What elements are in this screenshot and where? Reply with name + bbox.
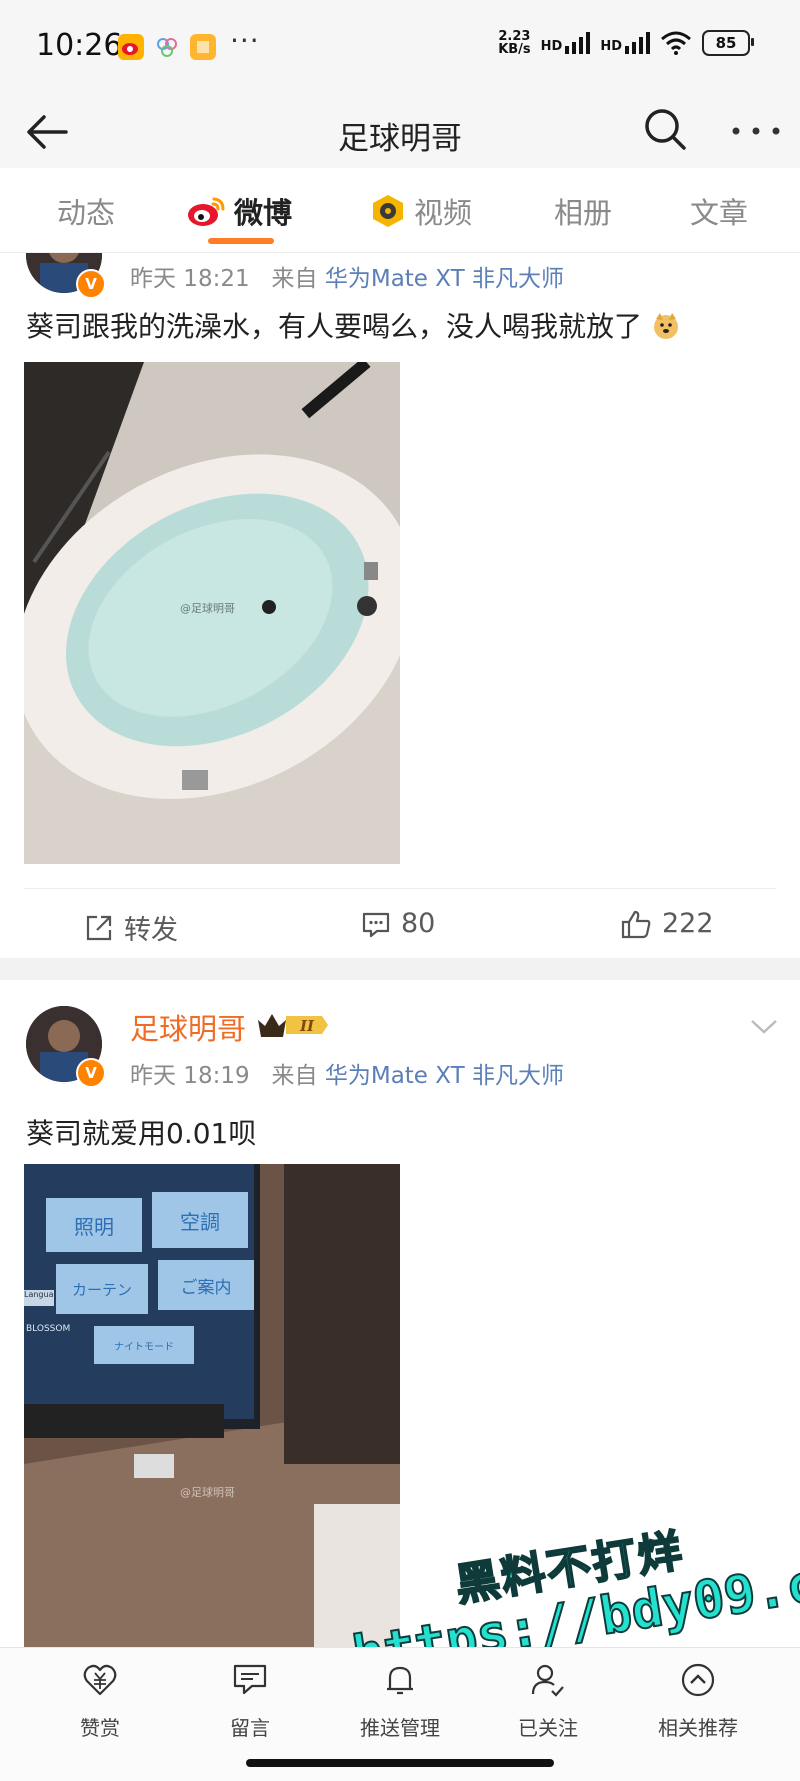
chevron-down-icon[interactable] [750,1018,778,1036]
feed-separator [0,958,800,980]
bottom-label: 留言 [230,1716,270,1740]
panel-label: ご案内 [180,1277,232,1298]
signal-icon: HD [600,32,650,54]
heart-yen-icon [83,1664,117,1696]
thumbs-up-icon [621,910,651,938]
image-watermark: @足球明哥 [180,602,235,615]
battery-icon: 85 [702,30,754,56]
doge-emoji-icon [653,313,678,339]
tab-active-indicator [208,238,274,244]
like-button[interactable]: 222 [620,908,714,939]
panel-label: カーテン [71,1280,132,1299]
repost-label: 转发 [124,915,178,946]
panel-button-lighting: 照明 [46,1198,142,1252]
post-time: 昨天 18:21 [130,266,250,292]
tab-weibo[interactable]: 微博 [186,190,292,232]
wifi-icon [661,31,691,55]
post-source[interactable]: 华为Mate XT 非凡大师 [325,266,564,292]
post-text-content: 葵司跟我的洗澡水，有人要喝么，没人喝我就放了 [26,310,643,343]
tab-label: 文章 [690,196,749,230]
status-more-icon: ··· [230,24,260,57]
post-divider [24,888,776,889]
panel-label: 空調 [180,1209,220,1234]
tab-label: 相册 [554,196,613,230]
message-button[interactable]: 留言 [195,1662,305,1741]
panel-label: 照明 [74,1214,114,1239]
vip-crown-icon: II [258,1014,328,1037]
status-time: 10:26 [36,28,123,63]
post-actions: 转发 80 222 [0,908,800,958]
search-button[interactable] [642,105,688,155]
app-header: 足球明哥 [0,95,800,168]
comment-icon [362,912,390,937]
post-from: 来自 [271,266,318,292]
following-button[interactable]: 已关注 [493,1662,603,1741]
tab-label: 微博 [234,196,293,230]
status-indicators: 2.23 KB/s HD HD 85 [498,29,754,57]
push-settings-button[interactable]: 推送管理 [345,1662,455,1741]
tab-album[interactable]: 相册 [554,190,612,232]
post-image[interactable]: @足球明哥 [24,362,400,864]
status-bar: 10:26 ··· 2.23 KB/s HD HD 85 [0,0,800,95]
app-notification-icon [154,34,180,60]
repost-button[interactable]: 转发 [84,908,178,947]
panel-button-info: ご案内 [158,1260,254,1310]
author-name[interactable]: 足球明哥 [130,1006,246,1048]
tab-label: 动态 [57,196,116,230]
reward-button[interactable]: 赞赏 [45,1662,155,1741]
panel-brand: BLOSSOM [26,1324,71,1334]
search-icon [645,109,686,150]
post-image[interactable]: 照明 空調 カーテン ご案内 Language BLOSSOM ナイトモード @… [24,1164,400,1647]
post-card[interactable]: V 昨天 18:21 来自 华为Mate XT 非凡大师 葵司跟我的洗澡水，有人… [0,253,800,958]
tab-dynamic[interactable]: 动态 [57,190,115,232]
panel-button-aircon: 空調 [152,1192,248,1248]
net-speed: 2.23 KB/s [498,29,531,57]
notes-app-icon [190,34,216,60]
post-source[interactable]: 华为Mate XT 非凡大师 [325,1063,564,1089]
share-icon [86,915,112,940]
tab-articles[interactable]: 文章 [690,190,748,232]
panel-label: ナイトモード [114,1341,174,1353]
signal-label: HD [600,39,622,54]
chat-bubble-icon [233,1664,267,1695]
signal-label: HD [540,39,563,54]
panel-language: Language [24,1290,54,1306]
related-recommend-button[interactable]: 相关推荐 [643,1662,753,1741]
verified-badge-icon: V [76,269,106,299]
tab-label: 视频 [414,196,473,230]
panel-button-night: ナイトモード [94,1326,194,1364]
weibo-logo-icon [188,197,225,226]
panel-button-curtain: カーテン [56,1264,148,1314]
like-count: 222 [662,908,714,939]
home-indicator[interactable] [246,1759,554,1767]
comment-button[interactable]: 80 [361,908,435,939]
video-icon [373,195,403,227]
bottom-label: 推送管理 [360,1716,440,1740]
user-check-icon [531,1664,564,1697]
image-watermark: @足球明哥 [180,1486,235,1499]
post-from: 来自 [271,1063,318,1089]
signal-icon: HD [541,32,591,54]
profile-tabs: 动态 微博 视频 相册 文章 [0,168,800,253]
post-meta: 昨天 18:19 来自 华为Mate XT 非凡大师 [130,1056,564,1090]
chevron-up-circle-icon [681,1663,715,1697]
bell-icon [387,1666,413,1695]
more-dots-icon [732,127,780,135]
bottom-label: 赞赏 [80,1716,120,1740]
post-text: 葵司跟我的洗澡水，有人要喝么，没人喝我就放了 [26,305,681,345]
verified-badge-icon: V [76,1058,106,1088]
bottom-label: 相关推荐 [658,1716,738,1740]
comment-count: 80 [401,908,436,939]
tab-video[interactable]: 视频 [370,190,472,232]
more-button[interactable] [726,111,786,151]
post-meta: 昨天 18:21 来自 华为Mate XT 非凡大师 [130,259,564,293]
post-text: 葵司就爱用0.01呗 [26,1117,257,1150]
weibo-app-icon [118,34,144,60]
svg-text:II: II [299,1017,315,1035]
post-time: 昨天 18:19 [130,1063,250,1089]
bottom-label: 已关注 [518,1716,578,1740]
